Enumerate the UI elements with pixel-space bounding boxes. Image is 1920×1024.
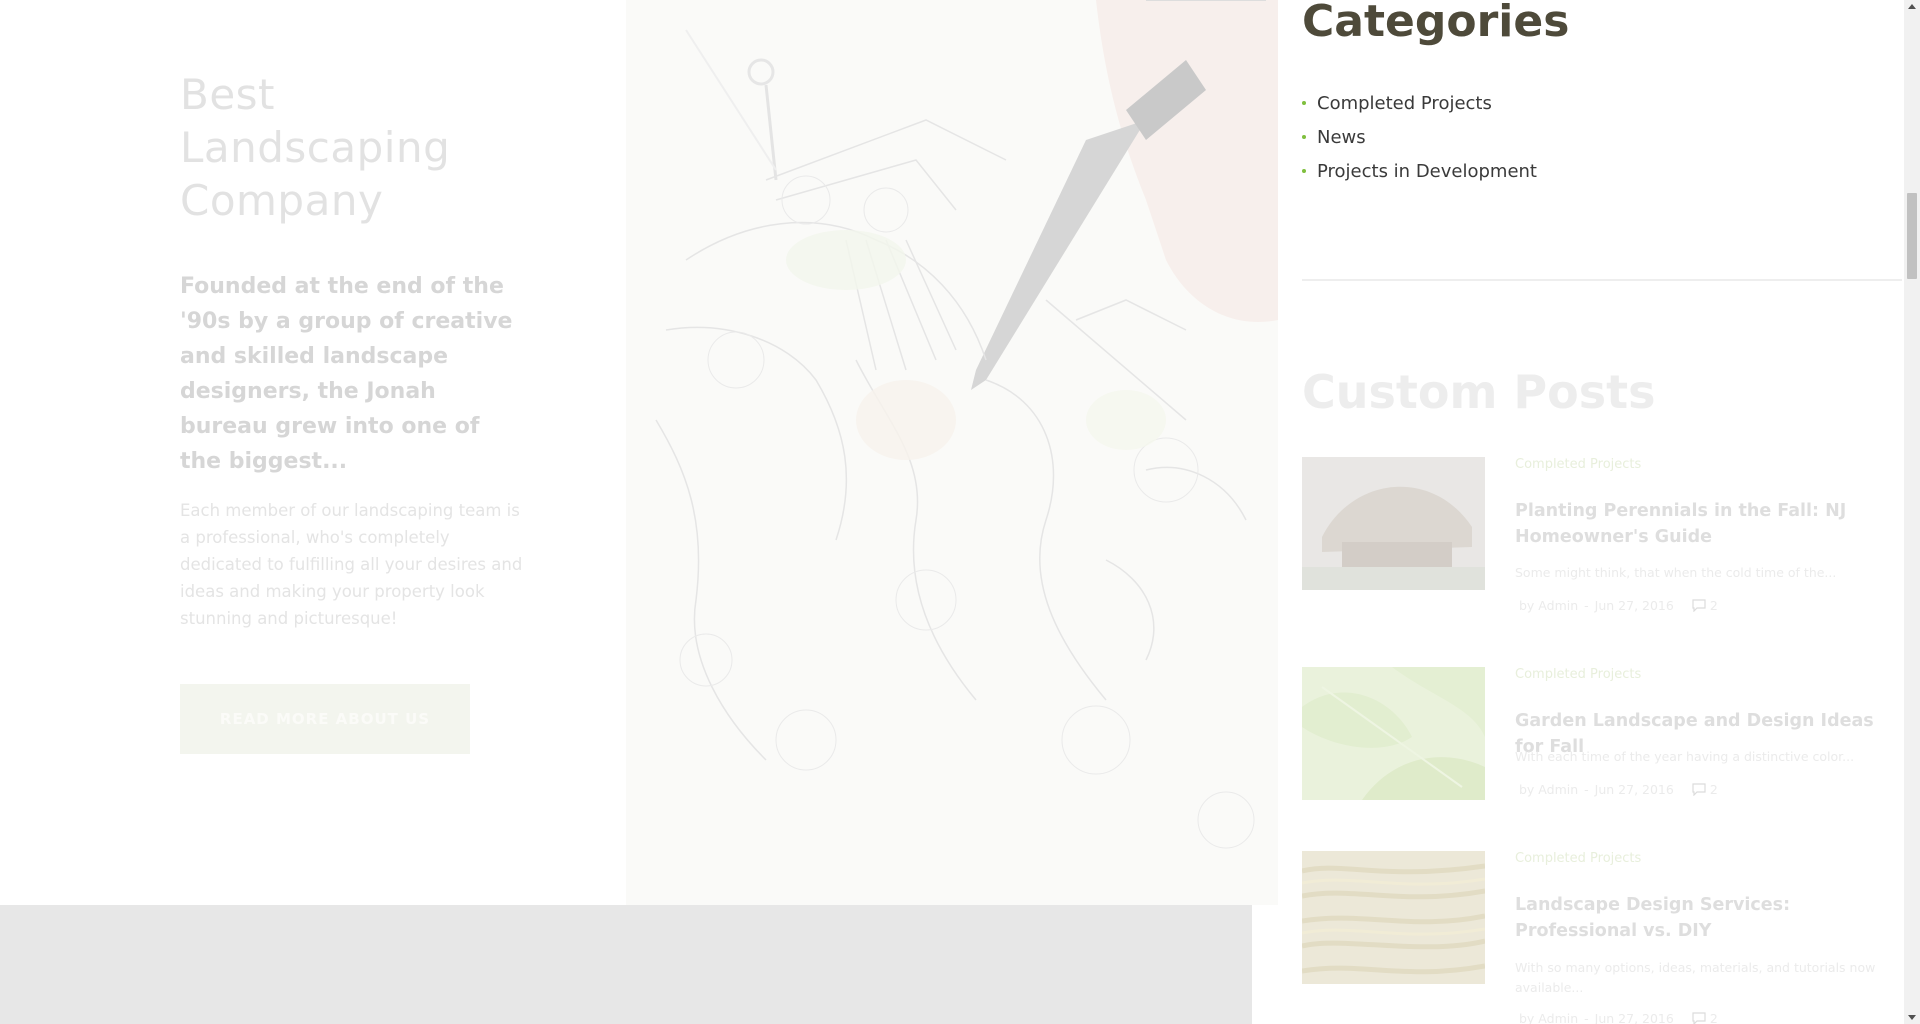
category-label: Completed Projects xyxy=(1317,92,1492,114)
post-byline: by Admin - Jun 27, 2016 2 xyxy=(1519,782,1718,797)
page: Best Landscaping Company Founded at the … xyxy=(0,0,1920,1024)
comment-icon xyxy=(1692,783,1706,796)
bullet-icon xyxy=(1302,135,1306,139)
categories-list: Completed Projects News Projects in Deve… xyxy=(1302,86,1537,188)
about-heading: Best Landscaping Company xyxy=(180,70,451,225)
post-author[interactable]: by Admin xyxy=(1519,782,1578,797)
comment-count: 2 xyxy=(1709,598,1718,613)
about-body: Each member of our landscaping team is a… xyxy=(180,501,523,628)
post-thumbnail[interactable] xyxy=(1302,851,1485,984)
bullet-icon xyxy=(1302,101,1306,105)
custom-posts-title: Custom Posts xyxy=(1302,365,1656,419)
about-section: Best Landscaping Company Founded at the … xyxy=(180,68,525,754)
post-comments[interactable]: 2 xyxy=(1692,1011,1718,1024)
comment-count: 2 xyxy=(1709,782,1718,797)
bullet-icon xyxy=(1302,169,1306,173)
post-title[interactable]: Landscape Design Services: Professional … xyxy=(1515,892,1900,944)
comment-icon xyxy=(1692,1012,1706,1024)
separator: - xyxy=(1584,1011,1589,1024)
separator: - xyxy=(1584,782,1589,797)
page-scrollbar[interactable] xyxy=(1904,0,1920,1024)
category-label: Projects in Development xyxy=(1317,160,1537,182)
post-title[interactable]: Planting Perennials in the Fall: NJ Home… xyxy=(1515,498,1900,550)
post-category[interactable]: Completed Projects xyxy=(1515,457,1641,472)
category-item[interactable]: Completed Projects xyxy=(1302,86,1537,120)
post-category[interactable]: Completed Projects xyxy=(1515,851,1641,866)
category-label: News xyxy=(1317,126,1366,148)
post-author[interactable]: by Admin xyxy=(1519,1011,1578,1024)
scrollbar-thumb[interactable] xyxy=(1907,193,1917,279)
footer-band xyxy=(0,905,1252,1024)
landscape-sketch-image xyxy=(626,0,1278,905)
post-author[interactable]: by Admin xyxy=(1519,598,1578,613)
post-excerpt: With each time of the year having a dist… xyxy=(1515,749,1855,764)
post-comments[interactable]: 2 xyxy=(1692,782,1718,797)
separator: - xyxy=(1584,598,1589,613)
sidebar-divider xyxy=(1302,279,1902,281)
post-date: Jun 27, 2016 xyxy=(1594,1011,1674,1024)
post-comments[interactable]: 2 xyxy=(1692,598,1718,613)
scroll-up-icon[interactable] xyxy=(1908,4,1916,9)
post-thumbnail[interactable] xyxy=(1302,667,1485,800)
about-lead: Founded at the end of the '90s by a grou… xyxy=(180,274,513,474)
categories-title: Categories xyxy=(1302,0,1570,47)
post-thumbnail[interactable] xyxy=(1302,457,1485,590)
post-excerpt: Some might think, that when the cold tim… xyxy=(1515,565,1837,580)
post-byline: by Admin - Jun 27, 2016 2 xyxy=(1519,1011,1718,1024)
post-category[interactable]: Completed Projects xyxy=(1515,667,1641,682)
post-byline: by Admin - Jun 27, 2016 2 xyxy=(1519,598,1718,613)
sidebar: Categories Completed Projects News Proje… xyxy=(1302,0,1904,1024)
category-item[interactable]: News xyxy=(1302,120,1537,154)
category-item[interactable]: Projects in Development xyxy=(1302,154,1537,188)
post-excerpt: With so many options, ideas, materials, … xyxy=(1515,960,1876,995)
comment-count: 2 xyxy=(1709,1011,1718,1024)
comment-icon xyxy=(1692,599,1706,612)
read-more-button[interactable]: READ MORE ABOUT US xyxy=(180,684,470,754)
scroll-down-icon[interactable] xyxy=(1908,1015,1916,1020)
post-date: Jun 27, 2016 xyxy=(1594,782,1674,797)
post-date: Jun 27, 2016 xyxy=(1594,598,1674,613)
